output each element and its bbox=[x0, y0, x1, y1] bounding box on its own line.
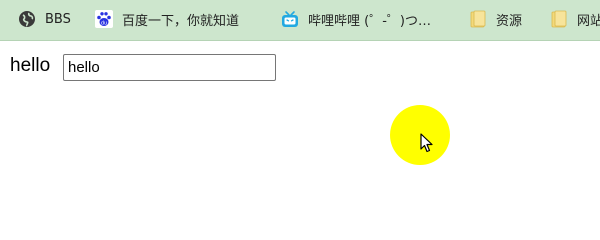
bookmark-bilibili[interactable]: 哔哩哔哩 (゜-゜)つ… bbox=[281, 8, 456, 30]
bookmark-folder-websites[interactable]: 网站 bbox=[550, 8, 600, 30]
baidu-paw-icon: du bbox=[95, 10, 113, 28]
svg-text:du: du bbox=[101, 21, 107, 27]
bookmark-baidu[interactable]: du 百度一下，你就知道 bbox=[95, 8, 239, 30]
folder-icon bbox=[469, 10, 487, 28]
folder-icon bbox=[550, 10, 568, 28]
bookmark-label: BBS bbox=[45, 11, 71, 27]
hello-label: hello bbox=[10, 55, 51, 76]
mouse-cursor-icon bbox=[420, 133, 434, 154]
hello-input[interactable] bbox=[63, 54, 276, 81]
bilibili-tv-icon bbox=[281, 10, 299, 28]
globe-icon bbox=[18, 10, 36, 28]
bookmark-label: 资源 bbox=[496, 13, 523, 29]
bookmark-label: 网站 bbox=[577, 13, 600, 29]
bookmark-bbs[interactable]: BBS bbox=[18, 8, 71, 30]
bookmark-label: 百度一下，你就知道 bbox=[122, 13, 240, 29]
bookmark-folder-resources[interactable]: 资源 bbox=[469, 8, 522, 30]
bookmarks-bar: BBS du 百度一下，你就知道 哔哩哔哩 (゜-゜)つ… 资源 网站 bbox=[0, 0, 600, 41]
page-content: hello bbox=[0, 41, 600, 208]
bookmark-label: 哔哩哔哩 (゜-゜)つ… bbox=[308, 13, 431, 29]
